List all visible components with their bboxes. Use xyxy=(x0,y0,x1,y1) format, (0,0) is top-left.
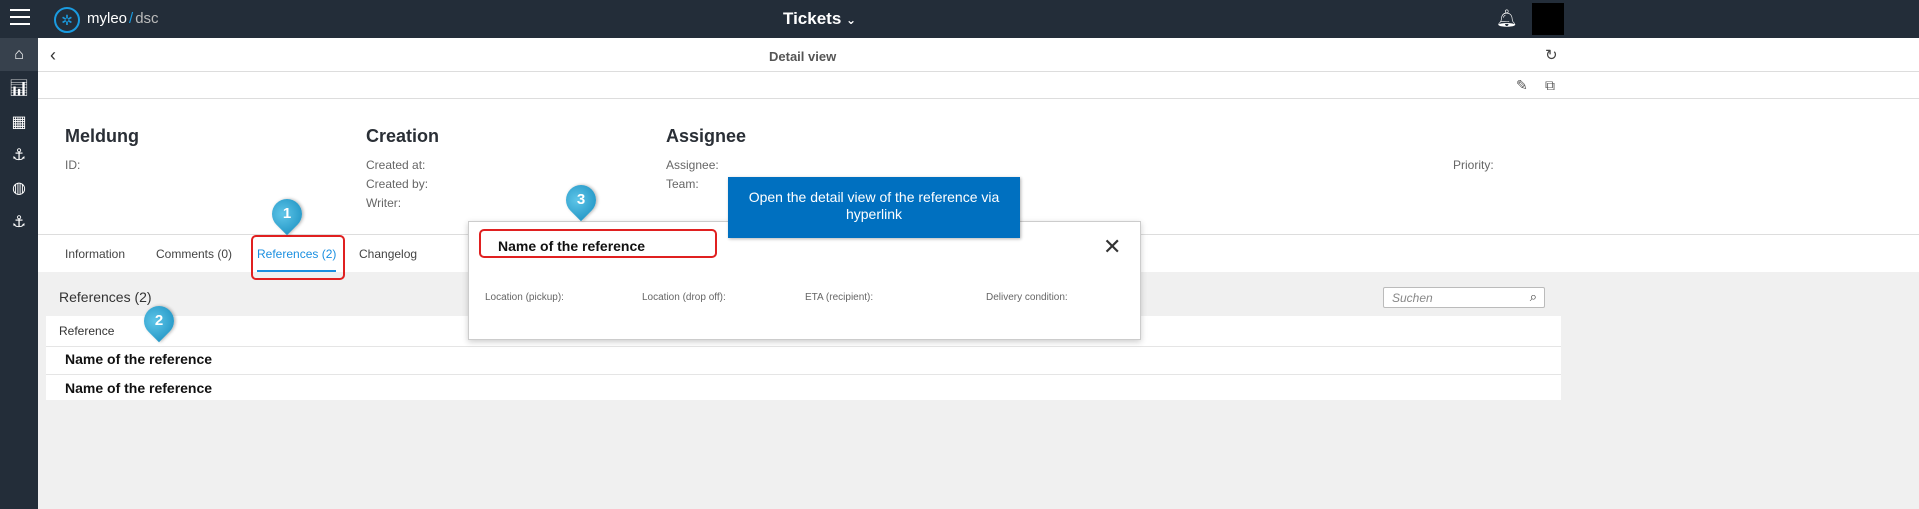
search-icon[interactable]: ⌕ xyxy=(1530,289,1537,305)
field-label-created-at: Created at: xyxy=(366,158,426,172)
globe-icon[interactable]: ◍ xyxy=(0,171,38,204)
annotation-marker-3: 3 xyxy=(559,178,603,222)
section-title-meldung: Meldung xyxy=(65,126,139,146)
field-label-team: Team: xyxy=(666,177,699,191)
annotation-marker-2: 2 xyxy=(137,299,181,343)
logo-icon: ✲ xyxy=(54,7,80,33)
edit-pencil-icon[interactable]: ✎ xyxy=(1516,77,1528,94)
marker-number: 2 xyxy=(154,312,164,329)
page-title: Detail view xyxy=(769,49,837,64)
annotation-tooltip: Open the detail view of the reference vi… xyxy=(728,177,1020,238)
column-header-reference[interactable]: Reference xyxy=(59,324,114,338)
highlight-popup-title xyxy=(479,229,717,258)
hamburger-menu-icon[interactable] xyxy=(10,9,30,25)
section-title-creation: Creation xyxy=(366,126,440,146)
sidebar: ⌂ 📊︎ ▦ ⚓︎ ◍ ⚓︎ xyxy=(0,38,38,509)
field-label-priority: Priority: xyxy=(1453,158,1494,172)
tab-information[interactable]: Information xyxy=(65,247,125,261)
search-placeholder: Suchen xyxy=(1392,291,1433,305)
section-title-assignee: Assignee xyxy=(666,126,747,146)
field-label-assignee: Assignee: xyxy=(666,158,719,172)
back-icon[interactable]: ‹ xyxy=(50,45,56,66)
table-row[interactable]: Name of the reference xyxy=(65,380,212,396)
refresh-icon[interactable]: ↻ xyxy=(1545,46,1558,64)
tab-changelog[interactable]: Changelog xyxy=(359,247,417,261)
popup-field-delivery: Delivery condition: xyxy=(986,292,1068,303)
detail-header xyxy=(38,38,1919,72)
popup-field-dropoff: Location (drop off): xyxy=(642,292,726,303)
field-label-created-by: Created by: xyxy=(366,177,429,191)
top-bar: ✲ myleo / dsc Tickets ⌄ 🔔︎ xyxy=(0,0,1919,38)
anchor-icon[interactable]: ⚓︎ xyxy=(0,205,38,238)
dashboard-icon[interactable]: ▦ xyxy=(0,105,38,138)
close-icon[interactable]: ✕ xyxy=(1103,234,1121,260)
popup-field-pickup: Location (pickup): xyxy=(485,292,564,303)
analytics-icon[interactable]: 📊︎ xyxy=(0,71,38,104)
bell-icon[interactable]: 🔔︎ xyxy=(1496,9,1518,29)
references-title: References (2) xyxy=(59,289,152,305)
marker-number: 1 xyxy=(282,205,292,222)
logo-sep: / xyxy=(129,10,134,27)
logo-sub: dsc xyxy=(135,10,159,27)
annotation-marker-1: 1 xyxy=(265,192,309,236)
home-icon[interactable]: ⌂ xyxy=(0,38,38,71)
highlight-references-tab xyxy=(251,235,345,280)
search-input[interactable]: Suchen ⌕ xyxy=(1383,287,1545,308)
logo-text: myleo / dsc xyxy=(87,10,159,27)
anchor-icon[interactable]: ⚓︎ xyxy=(0,138,38,171)
avatar[interactable] xyxy=(1532,3,1564,35)
popup-field-eta: ETA (recipient): xyxy=(805,292,874,303)
marker-number: 3 xyxy=(576,191,586,208)
field-label-writer: Writer: xyxy=(366,196,402,210)
app-title: Tickets xyxy=(783,9,842,28)
app-title-dropdown[interactable]: Tickets ⌄ xyxy=(783,9,856,29)
copy-icon[interactable]: ⧉ xyxy=(1545,77,1555,94)
field-label-id: ID: xyxy=(65,158,81,172)
table-row[interactable]: Name of the reference xyxy=(65,351,212,367)
chevron-down-icon: ⌄ xyxy=(846,13,857,27)
logo-main: myleo xyxy=(87,10,128,27)
tab-comments[interactable]: Comments (0) xyxy=(156,247,232,261)
